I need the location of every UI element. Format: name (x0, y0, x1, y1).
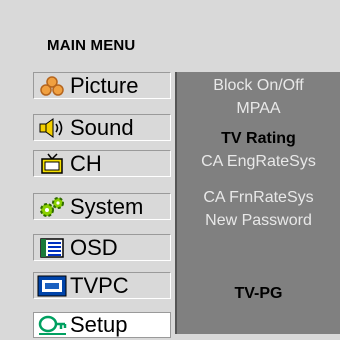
option-ca-frn-rate-sys[interactable]: CA FrnRateSys (177, 187, 340, 209)
main-menu-title: MAIN MENU (47, 37, 136, 54)
menu-item-label: Sound (70, 114, 134, 140)
osd-icon (34, 236, 70, 260)
monitor-icon (34, 274, 70, 298)
option-mpaa[interactable]: MPAA (177, 98, 340, 120)
menu-item-label: CH (70, 150, 102, 176)
menu-item-osd[interactable]: OSD (33, 234, 171, 261)
menu-item-picture[interactable]: Picture (33, 72, 171, 99)
option-ca-eng-rate-sys[interactable]: CA EngRateSys (177, 151, 340, 173)
menu-item-system[interactable]: System (33, 193, 171, 220)
menu-item-label: OSD (70, 234, 118, 260)
tv-icon (34, 152, 70, 176)
picture-icon (34, 74, 70, 98)
option-new-password[interactable]: New Password (177, 210, 340, 232)
menu-item-label: Setup (70, 312, 128, 337)
menu-item-sound[interactable]: Sound (33, 114, 171, 141)
menu-item-setup[interactable]: Setup (33, 312, 171, 338)
menu-item-label: System (70, 193, 144, 219)
menu-item-label: TVPC (70, 272, 129, 298)
tv-osd-screen: MAIN MENU Picture Sound CH System OSD TV… (0, 0, 340, 340)
setup-submenu-panel: Block On/Off MPAA TV Rating CA EngRateSy… (175, 72, 340, 334)
gears-icon (34, 195, 70, 219)
current-rating-value: TV-PG (234, 285, 283, 302)
menu-item-tvpc[interactable]: TVPC (33, 272, 171, 299)
setup-icon (34, 313, 70, 337)
speaker-icon (34, 116, 70, 140)
option-tv-rating[interactable]: TV Rating (177, 128, 340, 150)
menu-item-ch[interactable]: CH (33, 150, 171, 177)
option-block-on-off[interactable]: Block On/Off (177, 75, 340, 97)
menu-item-label: Picture (70, 72, 139, 98)
